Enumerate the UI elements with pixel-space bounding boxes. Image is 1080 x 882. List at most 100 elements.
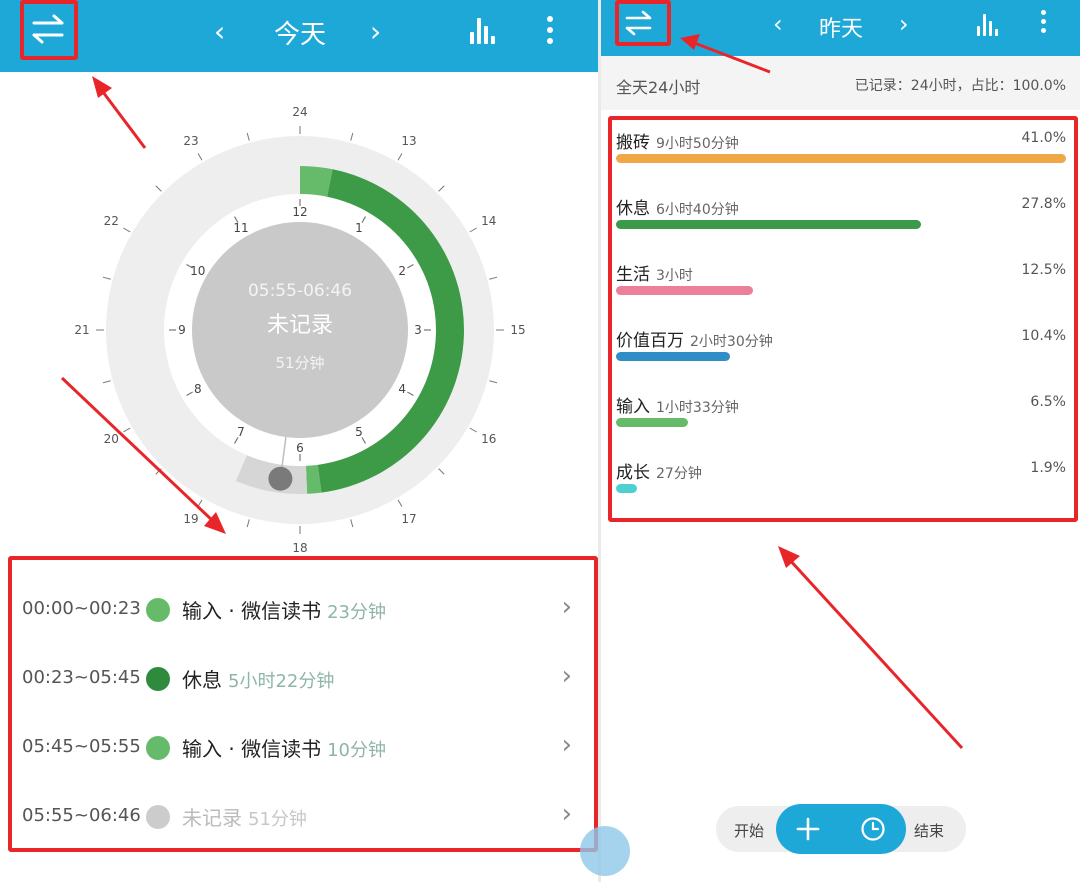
outer-hour-label: 15 — [510, 323, 525, 337]
outer-hour-label: 18 — [292, 541, 307, 555]
progress-fill — [616, 220, 922, 229]
outer-hour-label: 23 — [183, 134, 198, 148]
next-day-button[interactable]: › — [370, 18, 381, 46]
chevron-right-icon[interactable]: › — [562, 592, 572, 622]
entry-duration: 23分钟 — [327, 602, 386, 623]
prev-day-button[interactable]: ‹ — [773, 12, 783, 36]
record-controls: 开始 结束 — [716, 804, 966, 854]
category-stat-row[interactable]: 成长 27分钟 1.9% — [616, 452, 1066, 512]
progress-track — [616, 484, 1066, 493]
chevron-right-icon[interactable]: › — [562, 730, 572, 760]
progress-fill — [616, 418, 688, 427]
category-percent: 12.5% — [1021, 262, 1066, 278]
category-percent: 27.8% — [1021, 196, 1066, 212]
progress-fill — [616, 154, 1066, 163]
yesterday-app-bar: ‹ 昨天 › — [601, 0, 1080, 56]
entry-time: 00:00~00:23 — [22, 598, 141, 619]
more-menu-icon[interactable] — [1041, 10, 1047, 38]
category-duration: 27分钟 — [656, 466, 702, 482]
category-label: 休息 — [616, 199, 650, 219]
outer-hour-label: 20 — [104, 432, 119, 446]
end-button[interactable]: 结束 — [914, 820, 944, 841]
inner-hour-label: 12 — [292, 205, 307, 219]
category-color-dot — [146, 598, 170, 622]
start-button[interactable]: 开始 — [734, 820, 764, 841]
outer-tick — [438, 185, 445, 192]
outer-tick — [350, 132, 354, 141]
category-label: 搬砖 — [616, 133, 650, 153]
category-percent: 10.4% — [1021, 328, 1066, 344]
category-name: 输入 1小时33分钟 — [616, 392, 739, 417]
clock-handle — [268, 466, 293, 491]
bar-chart-icon[interactable] — [470, 18, 500, 44]
time-clock-chart: 2413141516171819202122231212345678910110… — [74, 105, 525, 555]
today-panel: ‹ 今天 › 24 13 14 15 16 17 18 19 20 21 22 23 12 1 2 3 4 5 6 7… — [0, 0, 598, 882]
category-stat-row[interactable]: 生活 3小时 12.5% — [616, 254, 1066, 314]
entry-category: 未记录 — [182, 806, 242, 830]
outer-tick — [489, 380, 498, 384]
floating-action-button[interactable] — [580, 826, 630, 876]
outer-tick — [469, 427, 477, 433]
category-stat-row[interactable]: 休息 6小时40分钟 27.8% — [616, 188, 1066, 248]
yesterday-panel: ‹ 昨天 › 全天24小时 已记录：24小时，占比：100.0% 搬砖 9小时50… — [601, 0, 1080, 882]
today-app-bar: ‹ 今天 › — [0, 0, 598, 72]
clock-icon[interactable] — [860, 816, 886, 842]
next-day-button[interactable]: › — [899, 12, 909, 36]
entry-category: 休息 — [182, 668, 222, 692]
prev-day-button[interactable]: ‹ — [214, 18, 225, 46]
inner-hour-label: 6 — [296, 441, 304, 455]
inner-hour-label: 10 — [190, 264, 205, 278]
entry-time: 00:23~05:45 — [22, 667, 141, 688]
total-label: 全天24小时 — [616, 78, 701, 97]
center-time-range: 05:55-06:46 — [248, 281, 352, 301]
category-stat-row[interactable]: 搬砖 9小时50分钟 41.0% — [616, 122, 1066, 182]
progress-track — [616, 286, 1066, 295]
category-stat-row[interactable]: 输入 1小时33分钟 6.5% — [616, 386, 1066, 446]
entry-duration: 10分钟 — [327, 740, 386, 761]
category-percent: 41.0% — [1021, 130, 1066, 146]
outer-tick — [155, 468, 162, 475]
progress-track — [616, 220, 1066, 229]
progress-fill — [616, 352, 731, 361]
category-label: 成长 — [616, 463, 650, 483]
category-percent: 6.5% — [1030, 394, 1066, 410]
entry-row[interactable]: 00:00~00:23 输入 · 微信读书 23分钟 › — [14, 580, 584, 642]
category-duration: 2小时30分钟 — [690, 334, 773, 350]
record-control-main — [776, 804, 906, 854]
entry-time: 05:45~05:55 — [22, 736, 141, 757]
outer-hour-label: 22 — [104, 214, 119, 228]
more-menu-icon[interactable] — [547, 16, 553, 49]
center-status: 未记录 — [267, 313, 333, 338]
inner-hour-label: 4 — [398, 382, 406, 396]
outer-tick — [246, 519, 250, 528]
entry-row[interactable]: 05:45~05:55 输入 · 微信读书 10分钟 › — [14, 718, 584, 780]
outer-hour-label: 17 — [401, 512, 416, 526]
category-stat-row[interactable]: 价值百万 2小时30分钟 10.4% — [616, 320, 1066, 380]
center-duration: 51分钟 — [275, 354, 324, 372]
chevron-right-icon[interactable]: › — [562, 799, 572, 829]
entry-row[interactable]: 05:55~06:46 未记录 51分钟 › — [14, 787, 584, 849]
category-label: 输入 — [616, 397, 650, 417]
entry-name: 休息 5小时22分钟 — [182, 664, 334, 693]
category-color-dot — [146, 667, 170, 691]
category-duration: 1小时33分钟 — [656, 400, 739, 416]
outer-tick — [102, 276, 111, 280]
category-label: 价值百万 — [616, 331, 684, 351]
bar-chart-icon[interactable] — [977, 14, 1003, 36]
entry-name: 输入 · 微信读书 23分钟 — [182, 595, 386, 624]
outer-tick — [350, 519, 354, 528]
inner-hour-label: 7 — [237, 425, 245, 439]
outer-tick — [438, 468, 445, 475]
entry-category: 输入 · 微信读书 — [182, 737, 322, 761]
entry-row[interactable]: 00:23~05:45 休息 5小时22分钟 › — [14, 649, 584, 711]
chevron-right-icon[interactable]: › — [562, 661, 572, 691]
add-icon[interactable] — [796, 817, 820, 841]
clock-segment-reading — [300, 166, 333, 197]
inner-hour-label: 1 — [355, 221, 363, 235]
recorded-label: 已记录：24小时，占比：100.0% — [854, 78, 1066, 94]
outer-tick — [102, 380, 111, 384]
outer-hour-label: 16 — [481, 432, 496, 446]
category-name: 休息 6小时40分钟 — [616, 194, 739, 219]
inner-hour-label: 9 — [178, 323, 186, 337]
outer-tick — [197, 499, 203, 507]
